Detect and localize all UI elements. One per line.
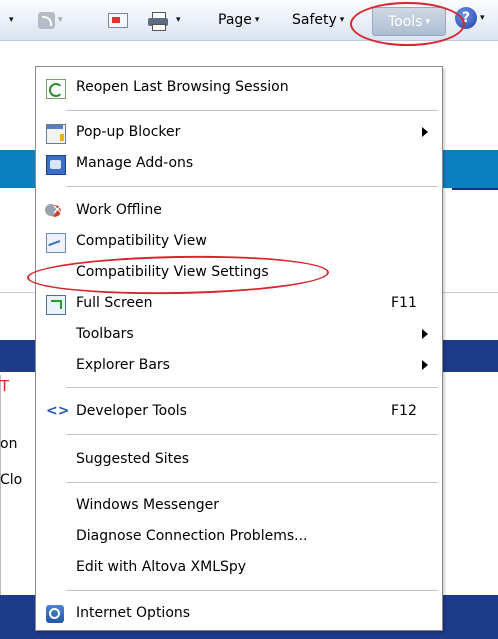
menu-item-manage-addons[interactable]: Manage Add-ons [36, 151, 442, 177]
page-navy-rule [452, 188, 498, 190]
tools-menu-button[interactable]: Tools ▾ [372, 7, 446, 36]
menu-item-label: Compatibility View Settings [76, 264, 269, 280]
command-bar: ▾ ▾ ▾ Page ▾ Safety ▾ Tools ▾ ? ▾ [0, 0, 498, 41]
tools-dropdown-menu: Reopen Last Browsing Session Pop-up Bloc… [35, 66, 443, 631]
menu-separator [66, 590, 438, 591]
submenu-arrow-icon [422, 329, 428, 339]
safety-dropdown-arrow: ▾ [339, 15, 345, 25]
menu-item-label: Diagnose Connection Problems... [76, 528, 308, 544]
menu-separator [66, 387, 438, 388]
safety-menu-button[interactable]: Safety ▾ [292, 11, 344, 29]
page-text-fragment-1: on [0, 436, 18, 452]
print-button[interactable]: ▾ [148, 11, 181, 31]
menu-item-label: Internet Options [76, 605, 191, 621]
page-red-text-fragment: T [0, 377, 10, 395]
menu-item-label: Work Offline [76, 202, 162, 218]
tools-dropdown-arrow: ▾ [425, 16, 431, 27]
menu-item-reopen-last-browsing-session[interactable]: Reopen Last Browsing Session [36, 75, 442, 101]
feeds-button[interactable]: ▾ [38, 11, 63, 29]
menu-item-suggested-sites[interactable]: Suggested Sites [36, 447, 442, 473]
menu-item-label: Suggested Sites [76, 451, 190, 467]
home-dropdown-arrow[interactable]: ▾ [6, 11, 14, 29]
rss-feed-icon [38, 11, 55, 29]
menu-item-label: Pop-up Blocker [76, 124, 181, 140]
help-dropdown-arrow: ▾ [480, 13, 485, 23]
menu-item-work-offline[interactable]: Work Offline [36, 198, 442, 224]
menu-item-label: Edit with Altova XMLSpy [76, 559, 247, 575]
read-mail-button[interactable] [108, 11, 128, 29]
submenu-arrow-icon [422, 360, 428, 370]
menu-item-diagnose-connection-problems[interactable]: Diagnose Connection Problems... [36, 524, 442, 550]
submenu-arrow-icon [422, 127, 428, 137]
menu-separator [66, 434, 438, 435]
reopen-session-icon [46, 79, 66, 99]
compatibility-view-icon [46, 233, 66, 253]
printer-icon [148, 11, 168, 31]
page-menu-button[interactable]: Page ▾ [218, 11, 259, 29]
menu-item-compatibility-view[interactable]: Compatibility View [36, 229, 442, 255]
work-offline-icon [45, 202, 64, 220]
menu-item-toolbars[interactable]: Toolbars [36, 322, 442, 348]
full-screen-icon [46, 295, 66, 315]
help-icon: ? [455, 7, 477, 29]
menu-separator [66, 186, 438, 187]
menu-item-label: Developer Tools [76, 403, 187, 419]
page-dropdown-arrow: ▾ [254, 15, 260, 25]
menu-item-explorer-bars[interactable]: Explorer Bars [36, 353, 442, 379]
developer-tools-icon: <> [46, 403, 70, 419]
print-dropdown-arrow[interactable]: ▾ [176, 15, 181, 25]
popup-blocker-icon [46, 124, 66, 144]
tools-menu-label: Tools [387, 13, 423, 30]
internet-options-icon [46, 605, 64, 623]
menu-item-compatibility-view-settings[interactable]: Compatibility View Settings [36, 260, 442, 286]
shortcut-f12: F12 [391, 403, 417, 419]
menu-separator [66, 482, 438, 483]
menu-item-developer-tools[interactable]: <> Developer Tools F12 [36, 399, 442, 425]
menu-item-label: Explorer Bars [76, 357, 170, 373]
feeds-dropdown-arrow[interactable]: ▾ [58, 15, 63, 25]
page-menu-label: Page [218, 12, 252, 28]
manage-addons-icon [46, 155, 66, 175]
menu-item-popup-blocker[interactable]: Pop-up Blocker [36, 120, 442, 146]
mail-icon [108, 12, 128, 28]
menu-item-label: Toolbars [76, 326, 134, 342]
menu-separator [66, 110, 438, 111]
menu-item-label: Compatibility View [76, 233, 207, 249]
menu-item-label: Reopen Last Browsing Session [76, 79, 289, 95]
menu-item-windows-messenger[interactable]: Windows Messenger [36, 493, 442, 519]
shortcut-f11: F11 [391, 295, 417, 311]
menu-item-internet-options[interactable]: Internet Options [36, 601, 442, 627]
menu-item-label: Windows Messenger [76, 497, 219, 513]
safety-menu-label: Safety [292, 12, 337, 28]
menu-item-edit-with-altova-xmlspy[interactable]: Edit with Altova XMLSpy [36, 555, 442, 581]
menu-item-label: Full Screen [76, 295, 153, 311]
menu-item-label: Manage Add-ons [76, 155, 194, 171]
menu-item-full-screen[interactable]: Full Screen F11 [36, 291, 442, 317]
help-menu-button[interactable]: ? ▾ [455, 7, 485, 29]
page-text-fragment-2: Clo [0, 472, 23, 488]
